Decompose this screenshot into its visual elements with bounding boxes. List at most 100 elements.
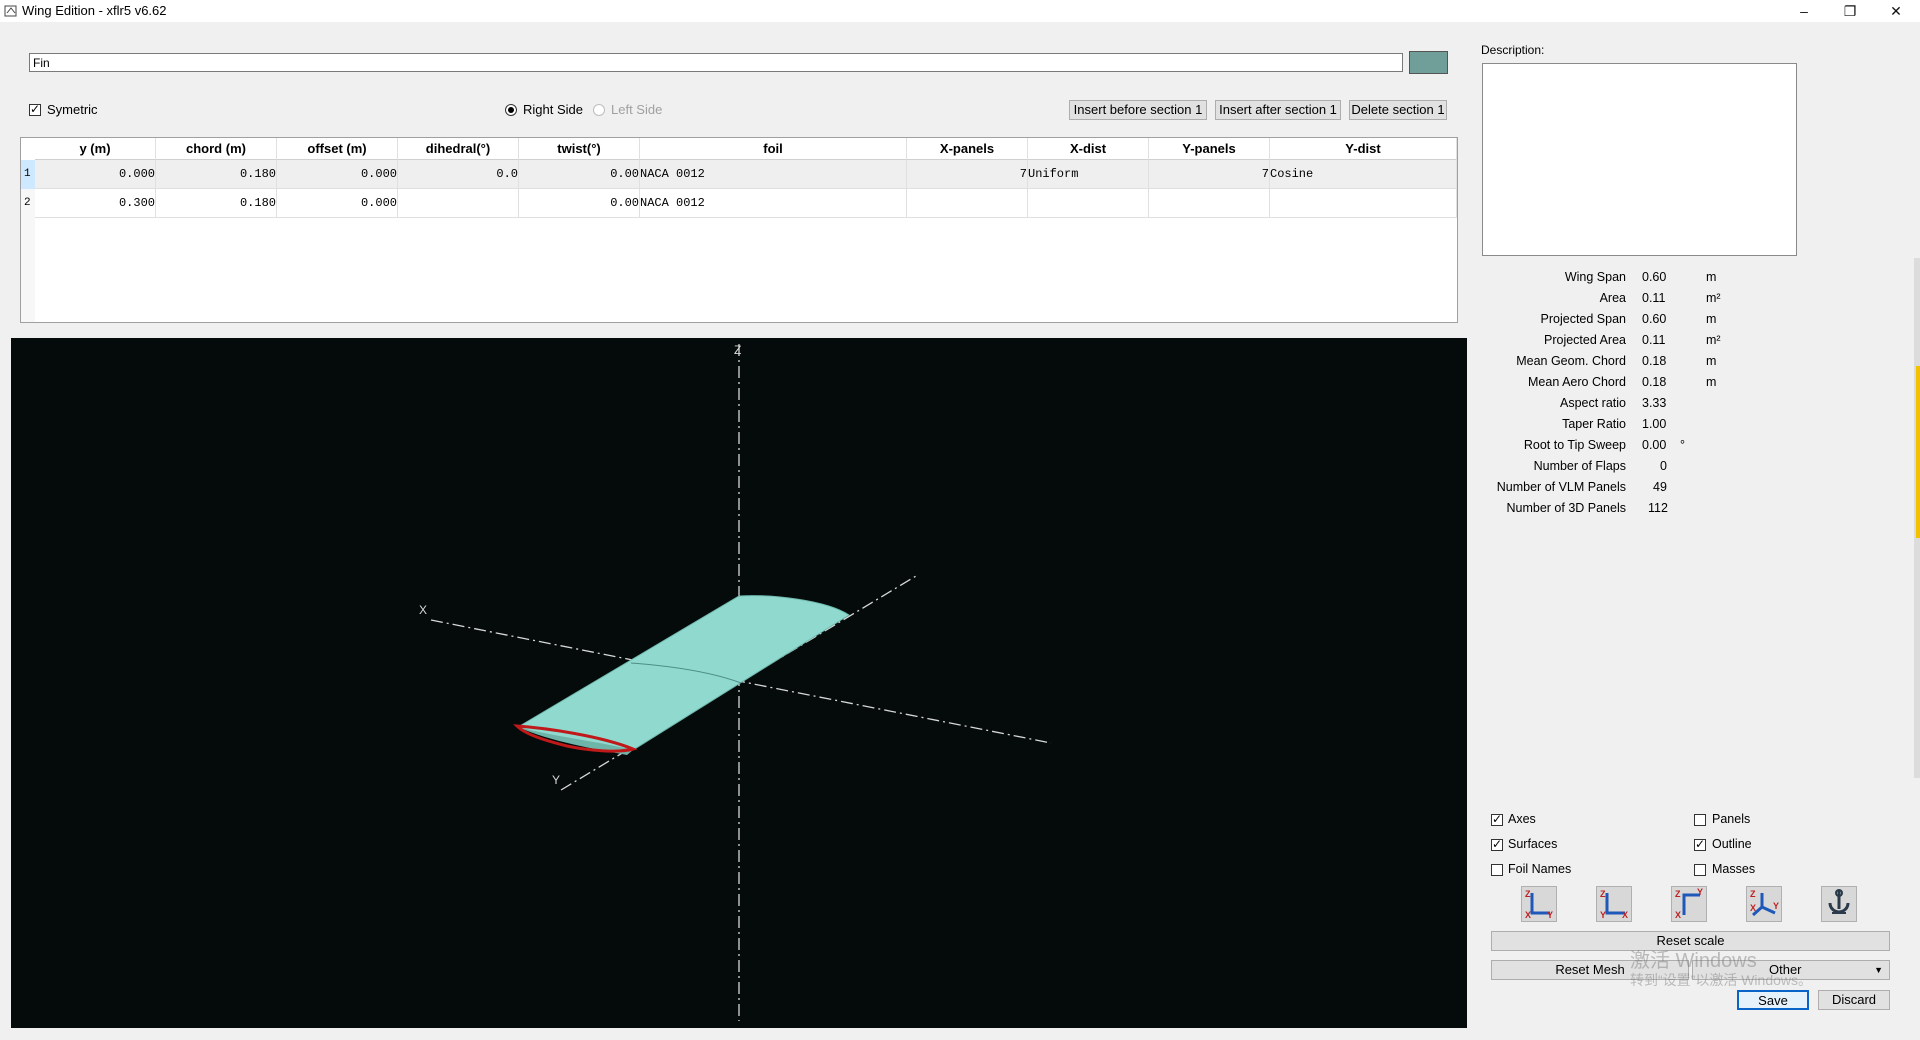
table-cell[interactable]: 7 — [1149, 160, 1270, 189]
column-header-x-panels[interactable]: X-panels — [907, 138, 1028, 160]
svg-text:X: X — [1525, 910, 1531, 920]
prop-value-wing-span: 0.60 — [1642, 270, 1667, 284]
front-view-button[interactable]: Z X Y — [1521, 886, 1557, 922]
prop-unit-wing-span: m — [1706, 270, 1717, 284]
svg-text:X: X — [1622, 910, 1628, 920]
masses-checkbox[interactable] — [1694, 864, 1706, 876]
prop-unit-root-to-tip-sweep: ° — [1680, 438, 1685, 452]
prop-unit-area: m² — [1706, 291, 1721, 305]
minimize-button[interactable]: – — [1781, 0, 1827, 22]
table-cell[interactable]: 0.00 — [519, 160, 640, 189]
row-header-1[interactable]: 1 — [21, 160, 35, 189]
column-header-y-dist[interactable]: Y-dist — [1270, 138, 1457, 160]
table-cell[interactable] — [1270, 189, 1457, 218]
table-cell[interactable] — [1028, 189, 1149, 218]
wing-3d-view[interactable]: X Y Z — [11, 338, 1467, 1028]
prop-label-wing-span: Wing Span — [1564, 270, 1626, 284]
column-header-y[interactable]: y (m) — [35, 138, 156, 160]
title-bar: Wing Edition - xflr5 v6.62 – ❐ ✕ — [0, 0, 1920, 22]
prop-label-number-of-3d-panels: Number of 3D Panels — [1506, 501, 1626, 515]
prop-value-aspect-ratio: 3.33 — [1642, 396, 1667, 410]
left-side-radio — [593, 104, 605, 116]
x-axis-label: X — [419, 603, 427, 617]
side-view-button[interactable]: Z Y X — [1596, 886, 1632, 922]
column-header-y-panels[interactable]: Y-panels — [1149, 138, 1270, 160]
row-header-column — [21, 218, 35, 322]
table-cell[interactable]: 0.000 — [35, 160, 156, 189]
prop-label-number-of-vlm-panels: Number of VLM Panels — [1496, 480, 1626, 494]
prop-unit-mean-aero-chord: m — [1706, 375, 1717, 389]
panels-checkbox[interactable] — [1694, 814, 1706, 826]
wing-3d-canvas[interactable]: X Y Z — [11, 338, 1467, 1028]
prop-label-projected-area: Projected Area — [1544, 333, 1626, 347]
table-cell[interactable]: Cosine — [1270, 160, 1457, 189]
column-header-dihedral[interactable]: dihedral(°) — [398, 138, 519, 160]
column-header-twist[interactable]: twist(°) — [519, 138, 640, 160]
foil-names-checkbox[interactable] — [1491, 864, 1503, 876]
table-cell[interactable]: 0.0 — [398, 160, 519, 189]
wing-name-input[interactable]: Fin — [29, 53, 1403, 72]
table-cell[interactable]: 0.300 — [35, 189, 156, 218]
svg-text:Z: Z — [1525, 889, 1531, 899]
top-view-icon: Z Y X — [1675, 887, 1703, 920]
surfaces-checkbox[interactable] — [1491, 837, 1503, 851]
table-cell[interactable]: NACA 0012 — [640, 189, 907, 218]
column-header-foil[interactable]: foil — [640, 138, 907, 160]
delete-section-button[interactable]: Delete section 1 — [1349, 100, 1447, 120]
chevron-down-icon: ▼ — [1874, 965, 1883, 975]
prop-value-area: 0.11 — [1642, 291, 1666, 305]
table-cell[interactable]: 0.000 — [277, 160, 398, 189]
restore-button[interactable]: ❐ — [1827, 0, 1873, 22]
save-button[interactable]: Save — [1737, 990, 1809, 1010]
wing-color-button[interactable] — [1409, 51, 1448, 74]
prop-label-projected-span: Projected Span — [1540, 312, 1626, 326]
scroll-highlight — [1916, 366, 1920, 538]
table-cell[interactable] — [1149, 189, 1270, 218]
table-cell[interactable] — [398, 189, 519, 218]
outline-checkbox[interactable] — [1694, 837, 1706, 851]
discard-button[interactable]: Discard — [1818, 990, 1890, 1010]
table-cell[interactable] — [907, 189, 1028, 218]
table-cell[interactable]: Uniform — [1028, 160, 1149, 189]
prop-label-mean-geom-chord: Mean Geom. Chord — [1516, 354, 1626, 368]
svg-text:Y: Y — [1600, 910, 1606, 920]
masses-label: Masses — [1712, 862, 1756, 876]
wing-sections-table[interactable]: y (m) chord (m) offset (m) dihedral(°) t… — [20, 137, 1458, 323]
window-title: Wing Edition - xflr5 v6.62 — [22, 3, 167, 18]
surfaces-label: Surfaces — [1508, 837, 1558, 851]
prop-value-number-of-vlm-panels: 49 — [1653, 480, 1667, 494]
insert-before-button[interactable]: Insert before section 1 — [1069, 100, 1207, 120]
column-header-chord[interactable]: chord (m) — [156, 138, 277, 160]
prop-label-root-to-tip-sweep: Root to Tip Sweep — [1523, 438, 1626, 452]
app-icon — [4, 5, 17, 17]
description-label: Description: — [1481, 43, 1545, 57]
iso-view-button[interactable]: Z X Y — [1746, 886, 1782, 922]
insert-after-button[interactable]: Insert after section 1 — [1215, 100, 1341, 120]
prop-value-projected-span: 0.60 — [1642, 312, 1667, 326]
prop-label-aspect-ratio: Aspect ratio — [1559, 396, 1626, 410]
row-header-2[interactable]: 2 — [21, 189, 35, 218]
right-side-radio[interactable] — [505, 104, 517, 116]
symetric-checkbox[interactable] — [29, 102, 41, 116]
table-cell[interactable]: 0.000 — [277, 189, 398, 218]
axes-checkbox[interactable] — [1491, 812, 1503, 826]
table-cell[interactable]: 0.00 — [519, 189, 640, 218]
prop-value-number-of-3d-panels: 112 — [1648, 501, 1668, 515]
prop-label-number-of-flaps: Number of Flaps — [1533, 459, 1626, 473]
table-cell[interactable]: 0.180 — [156, 189, 277, 218]
table-cell[interactable]: 7 — [907, 160, 1028, 189]
description-textbox[interactable] — [1482, 63, 1797, 256]
svg-text:Z: Z — [1750, 889, 1756, 899]
close-button[interactable]: ✕ — [1873, 0, 1919, 22]
wing-surface — [516, 595, 850, 751]
table-cell[interactable]: NACA 0012 — [640, 160, 907, 189]
pick-center-button[interactable] — [1821, 886, 1857, 922]
side-view-icon: Z Y X — [1600, 889, 1628, 920]
prop-value-projected-area: 0.11 — [1642, 333, 1666, 347]
column-header-x-dist[interactable]: X-dist — [1028, 138, 1149, 160]
top-view-button[interactable]: Z Y X — [1671, 886, 1707, 922]
table-cell[interactable]: 0.180 — [156, 160, 277, 189]
y-axis-label: Y — [552, 773, 560, 787]
column-header-offset[interactable]: offset (m) — [277, 138, 398, 160]
iso-view-icon: Z X Y — [1750, 889, 1779, 917]
